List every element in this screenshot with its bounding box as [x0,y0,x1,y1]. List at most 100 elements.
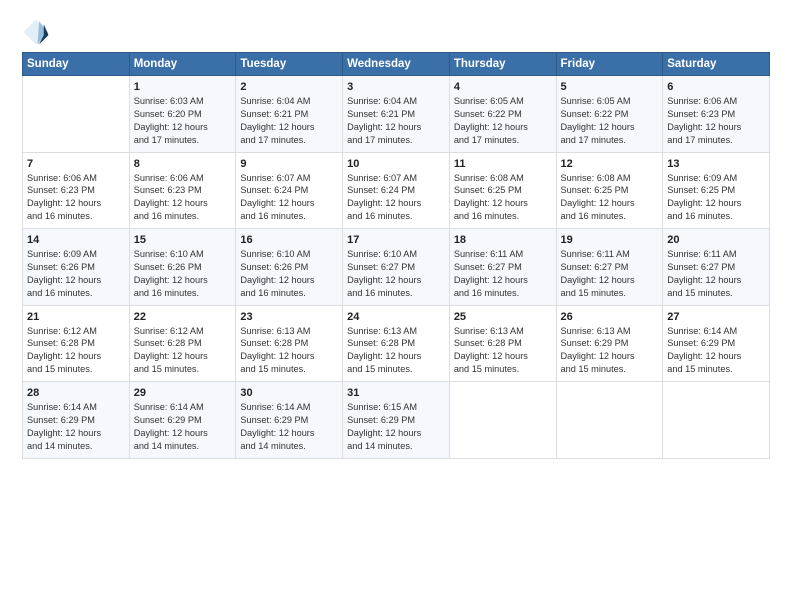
day-cell: 28 Sunrise: 6:14 AM Sunset: 6:29 PM Dayli… [23,382,130,459]
day-detail: Sunrise: 6:06 AM Sunset: 6:23 PM Dayligh… [667,95,765,147]
day-detail: Sunrise: 6:05 AM Sunset: 6:22 PM Dayligh… [561,95,659,147]
week-row-1: 1 Sunrise: 6:03 AM Sunset: 6:20 PM Daylig… [23,76,770,153]
day-number: 28 [27,387,125,399]
day-number: 27 [667,311,765,323]
day-number: 25 [454,311,552,323]
day-cell: 4Sunrise: 6:05 AM Sunset: 6:22 PM Daylig… [449,76,556,153]
day-cell: 18Sunrise: 6:11 AM Sunset: 6:27 PM Dayli… [449,229,556,306]
day-number: 10 [347,158,445,170]
day-detail: Sunrise: 6:13 AM Sunset: 6:28 PM Dayligh… [240,325,338,377]
day-cell: 29 Sunrise: 6:14 AM Sunset: 6:29 PM Dayli… [129,382,236,459]
day-cell [449,382,556,459]
day-detail: Sunrise: 6:03 AM Sunset: 6:20 PM Dayligh… [134,95,232,147]
day-number: 14 [27,234,125,246]
day-cell: 23 Sunrise: 6:13 AM Sunset: 6:28 PM Dayli… [236,305,343,382]
day-cell: 21 Sunrise: 6:12 AM Sunset: 6:28 PM Dayli… [23,305,130,382]
day-number: 31 [347,387,445,399]
header-saturday: Saturday [663,53,770,76]
day-number: 2 [240,81,338,93]
day-detail: Sunrise: 6:06 AM Sunset: 6:23 PM Dayligh… [134,172,232,224]
week-row-2: 7 Sunrise: 6:06 AM Sunset: 6:23 PM Daylig… [23,152,770,229]
header-row: SundayMondayTuesdayWednesdayThursdayFrid… [23,53,770,76]
day-detail: Sunrise: 6:14 AM Sunset: 6:29 PM Dayligh… [667,325,765,377]
day-detail: Sunrise: 6:11 AM Sunset: 6:27 PM Dayligh… [667,248,765,300]
day-cell: 20 Sunrise: 6:11 AM Sunset: 6:27 PM Dayli… [663,229,770,306]
day-cell: 8 Sunrise: 6:06 AM Sunset: 6:23 PM Daylig… [129,152,236,229]
day-cell: 12Sunrise: 6:08 AM Sunset: 6:25 PM Dayli… [556,152,663,229]
day-detail: Sunrise: 6:09 AM Sunset: 6:26 PM Dayligh… [27,248,125,300]
day-detail: Sunrise: 6:12 AM Sunset: 6:28 PM Dayligh… [27,325,125,377]
header [22,18,770,46]
day-detail: Sunrise: 6:07 AM Sunset: 6:24 PM Dayligh… [347,172,445,224]
day-number: 16 [240,234,338,246]
day-cell: 15 Sunrise: 6:10 AM Sunset: 6:26 PM Dayli… [129,229,236,306]
day-cell [556,382,663,459]
day-detail: Sunrise: 6:11 AM Sunset: 6:27 PM Dayligh… [561,248,659,300]
header-monday: Monday [129,53,236,76]
day-number: 13 [667,158,765,170]
week-row-4: 21 Sunrise: 6:12 AM Sunset: 6:28 PM Dayli… [23,305,770,382]
day-detail: Sunrise: 6:06 AM Sunset: 6:23 PM Dayligh… [27,172,125,224]
day-cell: 7 Sunrise: 6:06 AM Sunset: 6:23 PM Daylig… [23,152,130,229]
week-row-5: 28 Sunrise: 6:14 AM Sunset: 6:29 PM Dayli… [23,382,770,459]
day-cell: 13 Sunrise: 6:09 AM Sunset: 6:25 PM Dayli… [663,152,770,229]
day-number: 5 [561,81,659,93]
day-number: 21 [27,311,125,323]
day-number: 8 [134,158,232,170]
day-detail: Sunrise: 6:07 AM Sunset: 6:24 PM Dayligh… [240,172,338,224]
day-detail: Sunrise: 6:14 AM Sunset: 6:29 PM Dayligh… [240,401,338,453]
day-cell: 31 Sunrise: 6:15 AM Sunset: 6:29 PM Dayli… [343,382,450,459]
header-thursday: Thursday [449,53,556,76]
day-detail: Sunrise: 6:10 AM Sunset: 6:26 PM Dayligh… [240,248,338,300]
day-detail: Sunrise: 6:10 AM Sunset: 6:26 PM Dayligh… [134,248,232,300]
header-tuesday: Tuesday [236,53,343,76]
day-detail: Sunrise: 6:04 AM Sunset: 6:21 PM Dayligh… [347,95,445,147]
day-cell: 22Sunrise: 6:12 AM Sunset: 6:28 PM Dayli… [129,305,236,382]
day-number: 22 [134,311,232,323]
day-number: 20 [667,234,765,246]
page: SundayMondayTuesdayWednesdayThursdayFrid… [0,0,792,612]
day-detail: Sunrise: 6:10 AM Sunset: 6:27 PM Dayligh… [347,248,445,300]
header-sunday: Sunday [23,53,130,76]
day-detail: Sunrise: 6:13 AM Sunset: 6:28 PM Dayligh… [454,325,552,377]
day-detail: Sunrise: 6:15 AM Sunset: 6:29 PM Dayligh… [347,401,445,453]
day-number: 17 [347,234,445,246]
day-number: 12 [561,158,659,170]
day-cell: 6 Sunrise: 6:06 AM Sunset: 6:23 PM Daylig… [663,76,770,153]
day-number: 7 [27,158,125,170]
day-cell: 2 Sunrise: 6:04 AM Sunset: 6:21 PM Daylig… [236,76,343,153]
calendar-table: SundayMondayTuesdayWednesdayThursdayFrid… [22,52,770,459]
header-wednesday: Wednesday [343,53,450,76]
week-row-3: 14 Sunrise: 6:09 AM Sunset: 6:26 PM Dayli… [23,229,770,306]
day-cell: 17 Sunrise: 6:10 AM Sunset: 6:27 PM Dayli… [343,229,450,306]
day-cell: 5 Sunrise: 6:05 AM Sunset: 6:22 PM Daylig… [556,76,663,153]
day-detail: Sunrise: 6:14 AM Sunset: 6:29 PM Dayligh… [134,401,232,453]
day-number: 15 [134,234,232,246]
day-cell: 25 Sunrise: 6:13 AM Sunset: 6:28 PM Dayli… [449,305,556,382]
day-number: 26 [561,311,659,323]
day-detail: Sunrise: 6:13 AM Sunset: 6:28 PM Dayligh… [347,325,445,377]
day-cell: 14 Sunrise: 6:09 AM Sunset: 6:26 PM Dayli… [23,229,130,306]
day-detail: Sunrise: 6:04 AM Sunset: 6:21 PM Dayligh… [240,95,338,147]
day-cell: 9 Sunrise: 6:07 AM Sunset: 6:24 PM Daylig… [236,152,343,229]
day-detail: Sunrise: 6:09 AM Sunset: 6:25 PM Dayligh… [667,172,765,224]
day-cell: 16 Sunrise: 6:10 AM Sunset: 6:26 PM Dayli… [236,229,343,306]
day-number: 1 [134,81,232,93]
day-number: 23 [240,311,338,323]
day-cell: 27 Sunrise: 6:14 AM Sunset: 6:29 PM Dayli… [663,305,770,382]
logo [22,18,54,46]
header-friday: Friday [556,53,663,76]
day-cell: 26Sunrise: 6:13 AM Sunset: 6:29 PM Dayli… [556,305,663,382]
day-detail: Sunrise: 6:14 AM Sunset: 6:29 PM Dayligh… [27,401,125,453]
day-detail: Sunrise: 6:05 AM Sunset: 6:22 PM Dayligh… [454,95,552,147]
day-cell: 11Sunrise: 6:08 AM Sunset: 6:25 PM Dayli… [449,152,556,229]
day-number: 29 [134,387,232,399]
day-cell: 3Sunrise: 6:04 AM Sunset: 6:21 PM Daylig… [343,76,450,153]
day-cell [23,76,130,153]
day-number: 6 [667,81,765,93]
day-number: 9 [240,158,338,170]
day-cell: 30Sunrise: 6:14 AM Sunset: 6:29 PM Dayli… [236,382,343,459]
logo-icon [22,18,50,46]
day-detail: Sunrise: 6:08 AM Sunset: 6:25 PM Dayligh… [454,172,552,224]
day-cell: 1 Sunrise: 6:03 AM Sunset: 6:20 PM Daylig… [129,76,236,153]
